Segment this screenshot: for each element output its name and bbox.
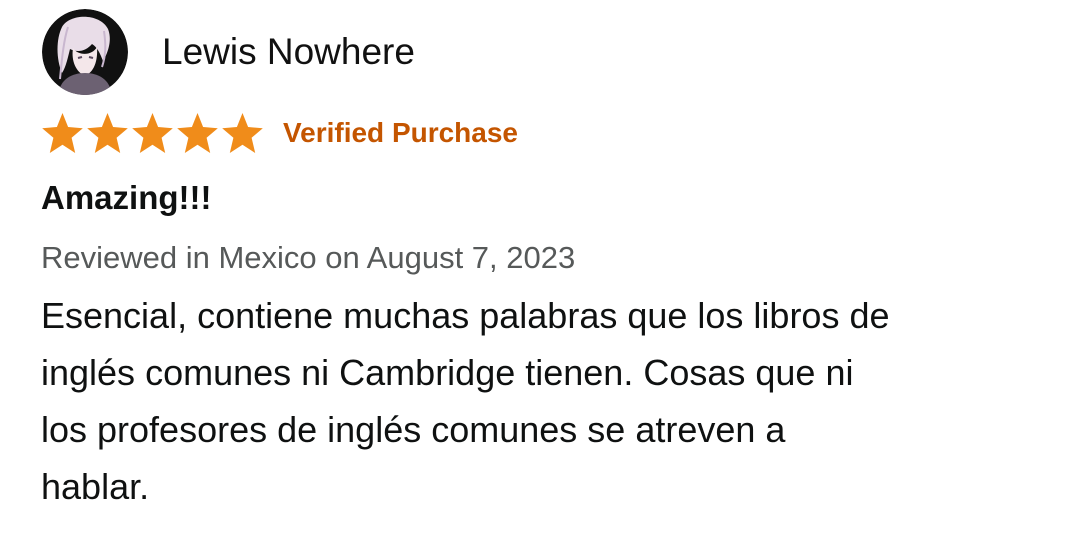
rating-row: Verified Purchase bbox=[40, 110, 518, 156]
review-body-line: Esencial, contiene muchas palabras que l… bbox=[41, 295, 890, 336]
user-avatar-icon[interactable] bbox=[42, 9, 128, 95]
star-rating[interactable] bbox=[40, 112, 265, 155]
review-body-line: hablar. bbox=[41, 466, 150, 507]
star-icon bbox=[222, 112, 263, 153]
star-icon bbox=[87, 112, 128, 153]
review-body: Esencial, contiene muchas palabras que l… bbox=[41, 287, 1051, 515]
reviewer-profile[interactable]: Lewis Nowhere bbox=[42, 9, 415, 95]
review-card: Lewis Nowhere Verified Purchase Amazing!… bbox=[0, 0, 1080, 552]
review-meta: Reviewed in Mexico on August 7, 2023 bbox=[41, 240, 576, 275]
review-body-line: inglés comunes ni Cambridge tienen. Cosa… bbox=[41, 352, 854, 393]
star-icon bbox=[177, 112, 218, 153]
verified-purchase-badge: Verified Purchase bbox=[283, 117, 519, 148]
reviewer-name[interactable]: Lewis Nowhere bbox=[162, 30, 415, 74]
review-body-line: los profesores de inglés comunes se atre… bbox=[41, 409, 786, 450]
review-title[interactable]: Amazing!!! bbox=[41, 176, 211, 220]
star-icon bbox=[42, 112, 83, 153]
star-icon bbox=[132, 112, 173, 153]
